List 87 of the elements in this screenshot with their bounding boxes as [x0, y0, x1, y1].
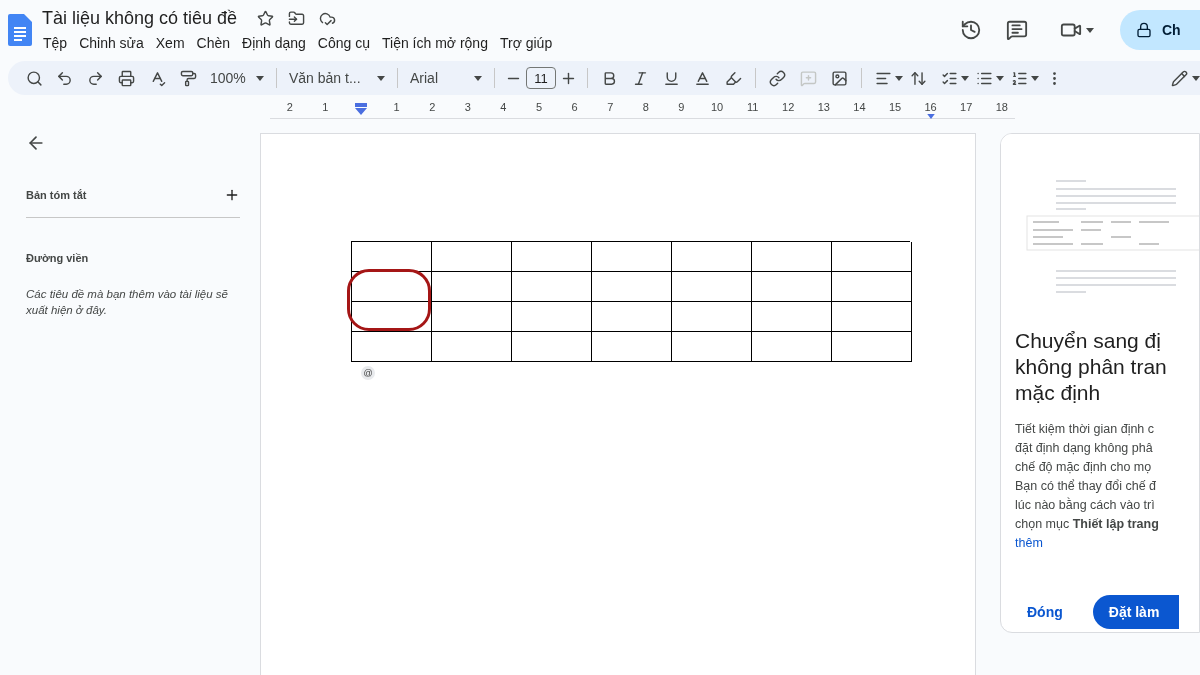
- ruler-number: 14: [853, 101, 866, 113]
- caret-icon: [961, 75, 969, 81]
- table-cell[interactable]: [832, 332, 913, 362]
- table-cell[interactable]: [832, 242, 913, 272]
- caret-icon: [895, 75, 903, 81]
- caret-icon: [1031, 75, 1039, 81]
- outline-hint: Các tiêu đề mà bạn thêm vào tài liệu sẽ xuất hiện ở đây.: [26, 287, 229, 318]
- menu-item[interactable]: Xem: [149, 32, 191, 53]
- table-cell[interactable]: [832, 302, 913, 332]
- ruler-number: 15: [888, 101, 902, 113]
- table-cell[interactable]: [512, 242, 593, 272]
- ruler-number: 2: [286, 101, 293, 113]
- ruler-number: 9: [678, 101, 685, 113]
- table-cell[interactable]: [672, 272, 753, 302]
- font-dropdown[interactable]: Arial: [404, 64, 488, 92]
- ruler-number: 11: [746, 101, 759, 113]
- caret-icon: [1086, 27, 1094, 33]
- table-cell[interactable]: [352, 242, 433, 272]
- caret-icon: [996, 75, 1004, 81]
- close-button[interactable]: Đóng: [1015, 596, 1075, 628]
- caret-icon: [256, 75, 264, 81]
- ruler-number: 18: [995, 101, 1008, 113]
- document-logo-icon[interactable]: [8, 14, 32, 46]
- table-cell[interactable]: [432, 332, 513, 362]
- ruler-number: 16: [924, 101, 937, 113]
- table-cell[interactable]: [432, 242, 513, 272]
- ruler-number: 13: [817, 101, 830, 113]
- menu-item[interactable]: Công cụ: [311, 32, 376, 53]
- ruler-number: 1: [322, 101, 329, 113]
- menu-item[interactable]: Tiện ích mở rộng: [376, 32, 494, 53]
- table-cell[interactable]: [512, 332, 593, 362]
- table-cell[interactable]: [592, 242, 673, 272]
- share-button[interactable]: Ch: [1120, 10, 1200, 50]
- zoom-dropdown[interactable]: 100%: [204, 64, 270, 92]
- ruler-number: 3: [464, 101, 471, 113]
- lock-icon: [1136, 22, 1152, 38]
- table-cell[interactable]: [432, 302, 513, 332]
- summary-label: Bản tóm tắt: [26, 189, 87, 201]
- card-title: Chuyển sang đị không phân tran mặc định: [1015, 328, 1168, 406]
- table-cell[interactable]: [752, 242, 833, 272]
- menu-item[interactable]: Trợ giúp: [493, 32, 559, 53]
- table-cell[interactable]: [352, 302, 433, 332]
- table-cell[interactable]: [432, 272, 513, 302]
- folder-icon[interactable]: [288, 9, 306, 27]
- table-cell[interactable]: [592, 332, 673, 362]
- menu-item[interactable]: Chèn: [190, 32, 237, 53]
- indent-marker-icon[interactable]: [355, 103, 367, 115]
- ruler-number: 6: [571, 101, 578, 113]
- ruler-number: 17: [960, 101, 973, 113]
- ruler-number: 1: [393, 101, 400, 113]
- table-cell[interactable]: [512, 302, 593, 332]
- menu-item[interactable]: Định dạng: [236, 32, 312, 53]
- table-cell[interactable]: [752, 332, 833, 362]
- smart-chip-icon[interactable]: @: [361, 366, 376, 380]
- table-cell[interactable]: [832, 272, 913, 302]
- set-default-button[interactable]: Đặt làm: [1092, 595, 1180, 629]
- document-page[interactable]: @: [260, 133, 976, 675]
- learn-more-link[interactable]: thêm: [1015, 536, 1043, 550]
- table-cell[interactable]: [352, 272, 433, 302]
- caret-icon: [1192, 75, 1200, 81]
- outline-label: Đường viền: [26, 252, 90, 264]
- card-description: Tiết kiệm thời gian định c đặt định dạng không phâ chế độ mặc định cho mọ Bạn có thể thay đổi chế đ lúc nào bằng cách vào trì chọn mục Thiết lập trang thêm: [1015, 421, 1160, 552]
- ruler-number: 2: [429, 101, 436, 113]
- table-cell[interactable]: [592, 272, 673, 302]
- ruler-number: 4: [500, 101, 507, 113]
- menu-item[interactable]: Chỉnh sửa: [73, 32, 150, 53]
- ruler-number: 5: [535, 101, 543, 113]
- caret-icon: [377, 75, 385, 81]
- ruler-number: 12: [782, 101, 795, 113]
- text-style-dropdown[interactable]: Văn bản t...: [283, 64, 391, 92]
- ruler-number: 7: [607, 101, 614, 113]
- menu-item[interactable]: Tệp: [42, 32, 74, 53]
- table-cell[interactable]: [592, 302, 673, 332]
- ruler-number: 8: [642, 101, 649, 113]
- table-cell[interactable]: [672, 302, 753, 332]
- table-cell[interactable]: [352, 332, 433, 362]
- table-cell[interactable]: [752, 302, 833, 332]
- star-icon[interactable]: [257, 9, 275, 27]
- document-title[interactable]: Tài liệu không có tiêu đề: [42, 7, 238, 29]
- ruler-number: 10: [710, 101, 724, 113]
- table-cell[interactable]: [752, 272, 833, 302]
- table-cell[interactable]: [512, 272, 593, 302]
- table-cell[interactable]: [672, 332, 753, 362]
- caret-icon: [474, 75, 482, 81]
- indent-marker-icon[interactable]: [926, 114, 935, 119]
- font-size-field[interactable]: 11: [526, 67, 556, 89]
- table-cell[interactable]: [672, 242, 753, 272]
